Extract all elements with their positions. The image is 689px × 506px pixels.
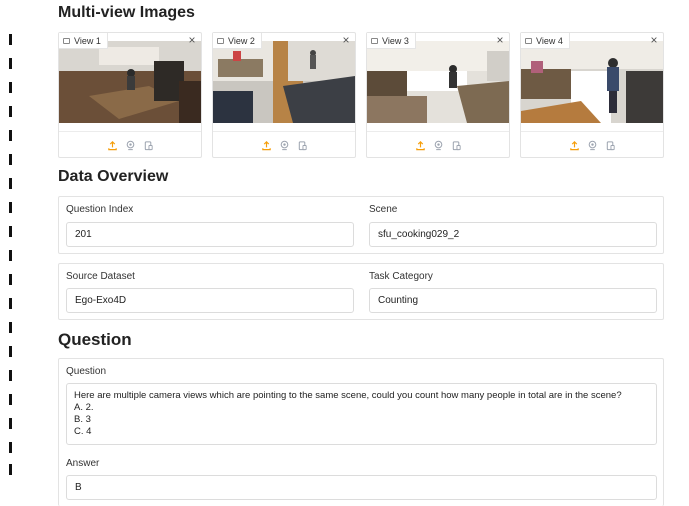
clipboard-icon[interactable] — [451, 140, 462, 151]
source-dataset-field[interactable]: Ego-Exo4D — [66, 288, 354, 313]
webcam-icon[interactable] — [125, 140, 136, 151]
rail-dash — [9, 106, 12, 117]
question-option-c: C. 4 — [74, 426, 92, 437]
upload-icon[interactable] — [415, 140, 426, 151]
upload-icon[interactable] — [569, 140, 580, 151]
scene-label: Scene — [369, 204, 398, 215]
question-index-label: Question Index — [66, 204, 134, 215]
overview-title: Data Overview — [58, 168, 169, 185]
view-label-text: View 3 — [382, 35, 409, 46]
rail-dash — [9, 82, 12, 93]
task-category-field[interactable]: Counting — [369, 288, 657, 313]
view-toolbar — [521, 131, 663, 158]
rail-dash — [9, 58, 12, 69]
image-icon — [371, 37, 378, 44]
rail-dash — [9, 442, 12, 453]
question-index-field[interactable]: 201 — [66, 222, 354, 247]
rail-dash — [9, 394, 12, 405]
overview-panel-2: Source Dataset Ego-Exo4D Task Category C… — [58, 263, 664, 320]
question-panel: Question Here are multiple camera views … — [58, 358, 664, 506]
overview-panel-1: Question Index 201 Scene sfu_cooking029_… — [58, 196, 664, 254]
clipboard-icon[interactable] — [143, 140, 154, 151]
clipboard-icon[interactable] — [297, 140, 308, 151]
rail-dash — [9, 322, 12, 333]
view-card-4: View 4 × — [520, 32, 664, 158]
view-card-2: View 2 × — [212, 32, 356, 158]
rail-dash — [9, 298, 12, 309]
close-icon[interactable]: × — [339, 33, 353, 47]
upload-icon[interactable] — [107, 140, 118, 151]
view-label-text: View 1 — [74, 35, 101, 46]
answer-label: Answer — [66, 458, 100, 469]
left-dashed-rail — [9, 34, 13, 475]
view-label-text: View 4 — [536, 35, 563, 46]
rail-dash — [9, 154, 12, 165]
close-icon[interactable]: × — [185, 33, 199, 47]
upload-icon[interactable] — [261, 140, 272, 151]
webcam-icon[interactable] — [433, 140, 444, 151]
rail-dash — [9, 130, 12, 141]
view-toolbar — [213, 131, 355, 158]
rail-dash — [9, 370, 12, 381]
answer-field[interactable]: B — [66, 475, 657, 500]
question-textarea[interactable]: Here are multiple camera views which are… — [66, 383, 657, 445]
rail-dash — [9, 346, 12, 357]
view-image[interactable] — [59, 41, 201, 123]
view-label: View 4 — [521, 33, 570, 49]
view-label: View 1 — [59, 33, 108, 49]
question-option-b: B. 3 — [74, 414, 91, 425]
rail-dash — [9, 202, 12, 213]
rail-dash — [9, 418, 12, 429]
image-icon — [525, 37, 532, 44]
rail-dash — [9, 226, 12, 237]
question-title: Question — [58, 330, 132, 349]
view-label-text: View 2 — [228, 35, 255, 46]
view-image[interactable] — [367, 41, 509, 123]
multiview-gallery: View 1 × View 2 × View 3 × View 4 × — [58, 32, 664, 158]
multiview-title: Multi-view Images — [58, 4, 195, 21]
image-icon — [217, 37, 224, 44]
view-card-3: View 3 × — [366, 32, 510, 158]
view-image[interactable] — [521, 41, 663, 123]
source-dataset-label: Source Dataset — [66, 271, 135, 282]
question-text-line: Here are multiple camera views which are… — [74, 390, 622, 401]
question-label: Question — [66, 366, 107, 377]
view-image[interactable] — [213, 41, 355, 123]
close-icon[interactable]: × — [647, 33, 661, 47]
question-option-a: A. 2. — [74, 402, 94, 413]
view-label: View 3 — [367, 33, 416, 49]
view-card-1: View 1 × — [58, 32, 202, 158]
image-icon — [63, 37, 70, 44]
task-category-label: Task Category — [369, 271, 433, 282]
webcam-icon[interactable] — [587, 140, 598, 151]
close-icon[interactable]: × — [493, 33, 507, 47]
rail-dash — [9, 34, 12, 45]
view-toolbar — [367, 131, 509, 158]
clipboard-icon[interactable] — [605, 140, 616, 151]
rail-dash — [9, 178, 12, 189]
rail-dash — [9, 274, 12, 285]
rail-dash — [9, 250, 12, 261]
webcam-icon[interactable] — [279, 140, 290, 151]
view-label: View 2 — [213, 33, 262, 49]
rail-dash — [9, 464, 12, 475]
view-toolbar — [59, 131, 201, 158]
scene-field[interactable]: sfu_cooking029_2 — [369, 222, 657, 247]
